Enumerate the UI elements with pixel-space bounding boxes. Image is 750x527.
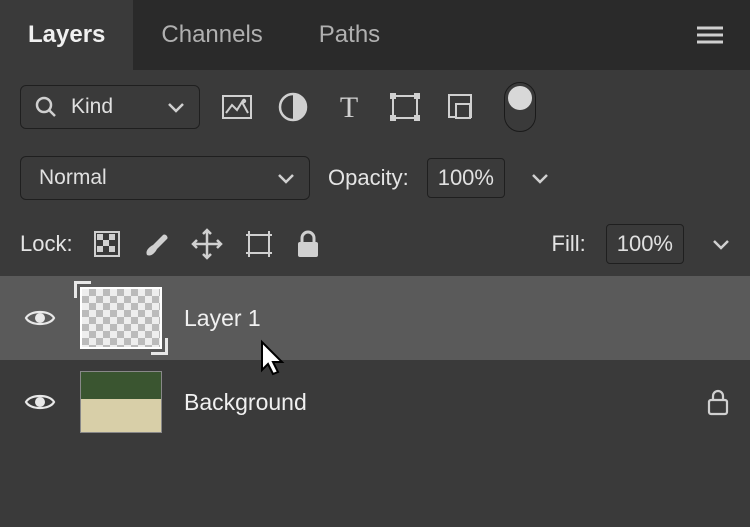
filter-row: Kind T <box>0 70 750 144</box>
filter-smartobject-icon[interactable] <box>442 88 480 126</box>
blend-mode-value: Normal <box>39 166 107 190</box>
toggle-thumb <box>508 86 532 110</box>
layer-lock-icon[interactable] <box>706 388 730 416</box>
filter-toggle[interactable] <box>504 82 536 132</box>
filter-shape-icon[interactable] <box>386 88 424 126</box>
lock-row: Lock: Fill: 100% <box>0 212 750 276</box>
fill-field[interactable]: 100% <box>606 224 684 264</box>
tab-paths[interactable]: Paths <box>291 0 408 70</box>
lock-position-icon[interactable] <box>191 228 223 260</box>
chevron-down-icon <box>167 101 185 113</box>
chevron-down-icon <box>277 172 295 184</box>
visibility-toggle[interactable] <box>22 307 58 329</box>
blend-row: Normal Opacity: 100% <box>0 144 750 212</box>
layer-row[interactable]: Layer 1 <box>0 276 750 360</box>
tab-channels[interactable]: Channels <box>133 0 290 70</box>
opacity-label: Opacity: <box>328 165 409 191</box>
svg-text:T: T <box>340 93 358 121</box>
layer-name[interactable]: Layer 1 <box>184 305 261 332</box>
layers-list: Layer 1 Background <box>0 276 750 444</box>
filter-adjustment-icon[interactable] <box>274 88 312 126</box>
layer-thumbnail[interactable] <box>80 287 162 349</box>
filter-pixel-icon[interactable] <box>218 88 256 126</box>
visibility-toggle[interactable] <box>22 391 58 413</box>
layer-name[interactable]: Background <box>184 389 307 416</box>
opacity-value: 100% <box>438 165 494 191</box>
panel-menu-icon[interactable] <box>686 11 734 59</box>
lock-transparent-icon[interactable] <box>93 230 121 258</box>
filter-kind-dropdown[interactable]: Kind <box>20 85 200 129</box>
filter-kind-label: Kind <box>71 95 113 119</box>
opacity-field[interactable]: 100% <box>427 158 505 198</box>
filter-type-icon[interactable]: T <box>330 88 368 126</box>
layer-thumbnail[interactable] <box>80 371 162 433</box>
chevron-down-icon[interactable] <box>531 172 549 184</box>
layers-panel: Layers Channels Paths Kind T <box>0 0 750 527</box>
tab-layers[interactable]: Layers <box>0 0 133 70</box>
search-icon <box>35 96 57 118</box>
chevron-down-icon[interactable] <box>712 238 730 250</box>
lock-all-icon[interactable] <box>295 229 321 259</box>
lock-label: Lock: <box>20 231 73 257</box>
panel-tabs: Layers Channels Paths <box>0 0 750 70</box>
layer-row[interactable]: Background <box>0 360 750 444</box>
fill-value: 100% <box>617 231 673 257</box>
fill-label: Fill: <box>552 231 586 257</box>
lock-paint-icon[interactable] <box>141 229 171 259</box>
blend-mode-dropdown[interactable]: Normal <box>20 156 310 200</box>
lock-artboard-icon[interactable] <box>243 229 275 259</box>
